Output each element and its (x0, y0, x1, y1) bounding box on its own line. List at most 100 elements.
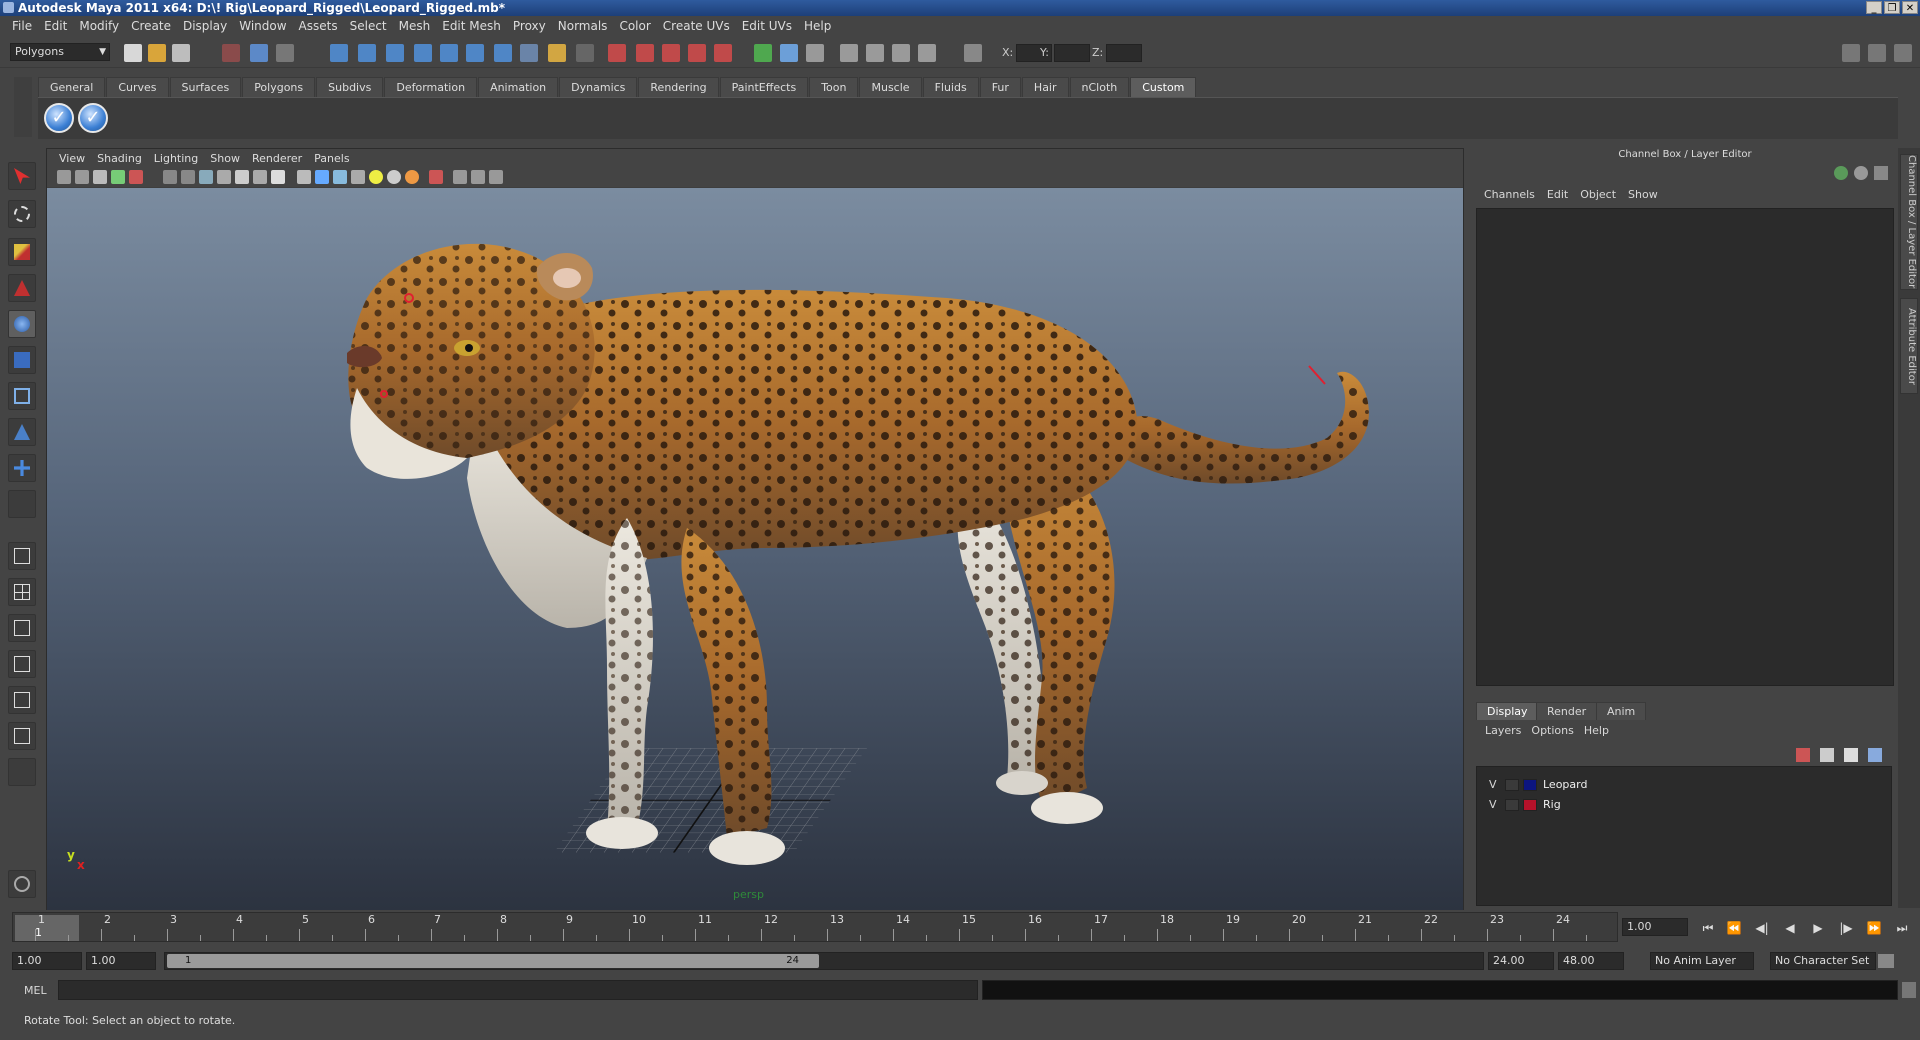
smooth-shade-icon[interactable] (199, 170, 213, 184)
y-field[interactable] (1054, 44, 1090, 62)
universal-manipulator-tool[interactable] (8, 382, 36, 410)
character-set-dropdown[interactable]: No Character Set (1770, 952, 1876, 970)
all-lights-icon[interactable] (387, 170, 401, 184)
menu-create-uvs[interactable]: Create UVs (657, 19, 736, 33)
script-editor-icon[interactable] (1902, 982, 1916, 998)
z-field[interactable] (1106, 44, 1142, 62)
step-forward-frame-icon[interactable]: |▶ (1838, 920, 1854, 936)
current-frame-marker[interactable]: 1 (15, 915, 79, 941)
menu-window[interactable]: Window (233, 19, 292, 33)
snap-surface-icon[interactable] (440, 44, 458, 62)
layer-type-toggle[interactable] (1505, 799, 1519, 811)
render-view-icon[interactable] (608, 44, 626, 62)
layout-more[interactable] (8, 758, 36, 786)
snap-grid-icon[interactable] (330, 44, 348, 62)
render-frame-icon[interactable] (636, 44, 654, 62)
start-time-field[interactable]: 1.00 (12, 952, 82, 970)
layout-single-perspective[interactable] (8, 542, 36, 570)
menu-edit[interactable]: Edit (38, 19, 73, 33)
viewport-menu-shading[interactable]: Shading (91, 152, 148, 165)
layer-menu-options[interactable]: Options (1526, 724, 1578, 737)
viewport-menu-panels[interactable]: Panels (308, 152, 355, 165)
anim-layer-dropdown[interactable]: No Anim Layer (1650, 952, 1754, 970)
resolution-gate-icon[interactable] (129, 170, 143, 184)
shelf-tab-ncloth[interactable]: nCloth (1069, 77, 1130, 97)
shadows-icon[interactable] (405, 170, 419, 184)
lasso-tool[interactable] (8, 200, 36, 228)
shelf-tab-curves[interactable]: Curves (106, 77, 169, 97)
menu-display[interactable]: Display (177, 19, 233, 33)
layout-graph-perspective[interactable] (8, 650, 36, 678)
isolate-select-icon[interactable] (429, 170, 443, 184)
soft-modification-tool[interactable] (8, 418, 36, 446)
move-layer-up-icon[interactable] (1796, 748, 1810, 762)
selection-toggle-icon[interactable] (576, 44, 594, 62)
cube-wire-icon[interactable] (297, 170, 311, 184)
text-icon[interactable] (271, 170, 285, 184)
xray-icon[interactable] (253, 170, 267, 184)
cube-shaded-icon[interactable] (315, 170, 329, 184)
checker-icon[interactable] (351, 170, 365, 184)
cube-textured-icon[interactable] (333, 170, 347, 184)
shelf-tab-polygons[interactable]: Polygons (242, 77, 316, 97)
textured-icon[interactable] (235, 170, 249, 184)
layer-name[interactable]: Leopard (1543, 775, 1587, 795)
layer-color-swatch[interactable] (1523, 799, 1537, 811)
snap-plane-icon[interactable] (414, 44, 432, 62)
create-layer-from-selection-icon[interactable] (1868, 748, 1882, 762)
script-language-label[interactable]: MEL (24, 984, 47, 997)
channel-box-area[interactable] (1476, 208, 1894, 686)
end-time-field[interactable]: 48.00 (1558, 952, 1624, 970)
image-plane-icon[interactable] (111, 170, 125, 184)
channel-box-toggle-icon[interactable] (1834, 166, 1848, 180)
construction-history-icon[interactable] (494, 44, 512, 62)
shelf-tab-general[interactable]: General (38, 77, 106, 97)
menu-normals[interactable]: Normals (552, 19, 614, 33)
layer-color-swatch[interactable] (1523, 779, 1537, 791)
shelf-tab-dynamics[interactable]: Dynamics (559, 77, 638, 97)
layout-four-view[interactable] (8, 578, 36, 606)
channel-box-menu-edit[interactable]: Edit (1541, 188, 1574, 201)
render-settings-icon[interactable] (688, 44, 706, 62)
play-backwards-icon[interactable]: ◀ (1782, 920, 1798, 936)
select-tool[interactable] (8, 162, 36, 190)
playback-start-field[interactable]: 1.00 (86, 952, 156, 970)
default-light-icon[interactable] (369, 170, 383, 184)
menu-select[interactable]: Select (344, 19, 393, 33)
step-back-key-icon[interactable]: ⏪ (1726, 920, 1742, 936)
play-forward-icon[interactable]: ▶ (1810, 920, 1826, 936)
layer-row-leopard[interactable]: V Leopard (1477, 775, 1891, 795)
toggle-channel-box-icon[interactable] (1894, 44, 1912, 62)
menu-assets[interactable]: Assets (293, 19, 344, 33)
channel-box-menu-channels[interactable]: Channels (1478, 188, 1541, 201)
viewport-menu-renderer[interactable]: Renderer (246, 152, 308, 165)
time-slider[interactable]: 1 1 2 3 4 5 6 7 8 9 10 11 12 13 14 15 16 17 18 19 20 21 22 23 2… (12, 912, 1618, 942)
lock-icon[interactable] (548, 44, 566, 62)
select-hierarchy-icon[interactable] (222, 44, 240, 62)
menu-edit-uvs[interactable]: Edit UVs (736, 19, 798, 33)
layer-type-toggle[interactable] (1505, 779, 1519, 791)
layer-tab-display[interactable]: Display (1476, 702, 1539, 720)
grid-icon[interactable] (181, 170, 195, 184)
toggle-attribute-editor-icon[interactable] (1842, 44, 1860, 62)
shelf-tab-muscle[interactable]: Muscle (859, 77, 922, 97)
layout-trax-perspective[interactable] (8, 722, 36, 750)
shelf-tab-custom[interactable]: Custom (1130, 77, 1197, 97)
move-tool[interactable] (8, 274, 36, 302)
perspective-scene[interactable]: y x persp (47, 188, 1463, 910)
minimize-icon[interactable]: _ (1866, 1, 1882, 14)
shelf-tab-rendering[interactable]: Rendering (638, 77, 719, 97)
new-scene-icon[interactable] (124, 44, 142, 62)
paint-select-tool[interactable] (8, 238, 36, 266)
hud-icon[interactable] (453, 170, 467, 184)
shelf-tab-fluids[interactable]: Fluids (922, 77, 979, 97)
save-scene-icon[interactable] (172, 44, 190, 62)
step-forward-key-icon[interactable]: ⏩ (1866, 920, 1882, 936)
snap-curve-icon[interactable] (358, 44, 376, 62)
rotate-tool[interactable] (8, 310, 36, 338)
channel-box-menu-object[interactable]: Object (1574, 188, 1622, 201)
layout-hypershade-perspective[interactable] (8, 686, 36, 714)
select-object-icon[interactable] (250, 44, 268, 62)
shelf-grip[interactable] (14, 77, 32, 137)
shelf-tab-subdivs[interactable]: Subdivs (316, 77, 384, 97)
